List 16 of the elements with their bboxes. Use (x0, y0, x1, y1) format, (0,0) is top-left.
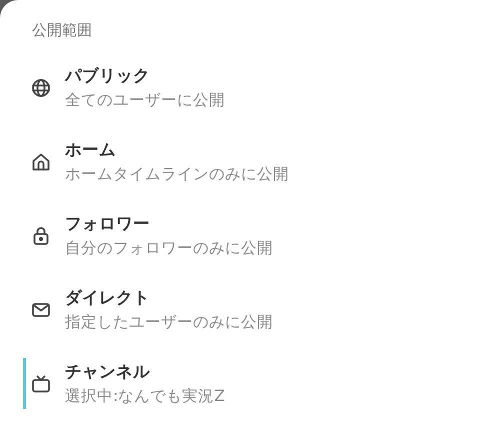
option-description: 指定したユーザーのみに公開 (65, 312, 273, 332)
option-description: ホームタイムラインのみに公開 (65, 164, 289, 184)
visibility-option[interactable]: パブリック 全てのユーザーに公開 (23, 62, 500, 113)
visibility-option[interactable]: ホーム ホームタイムラインのみに公開 (23, 136, 500, 187)
visibility-option[interactable]: チャンネル 選択中:なんでも実況Z (23, 358, 500, 409)
option-title: ダイレクト (65, 286, 151, 308)
visibility-option[interactable]: フォロワー 自分のフォロワーのみに公開 (23, 210, 500, 261)
section-header: 公開範囲 (32, 21, 92, 40)
visibility-option[interactable]: ダイレクト 指定したユーザーのみに公開 (23, 284, 500, 335)
option-title: ホーム (65, 138, 117, 160)
option-description: 自分のフォロワーのみに公開 (65, 238, 273, 258)
option-description: 全てのユーザーに公開 (65, 90, 225, 110)
option-title: チャンネル (65, 360, 151, 382)
option-title: フォロワー (65, 212, 151, 234)
option-title: パブリック (65, 64, 151, 86)
option-description: 選択中:なんでも実況Z (65, 386, 225, 406)
